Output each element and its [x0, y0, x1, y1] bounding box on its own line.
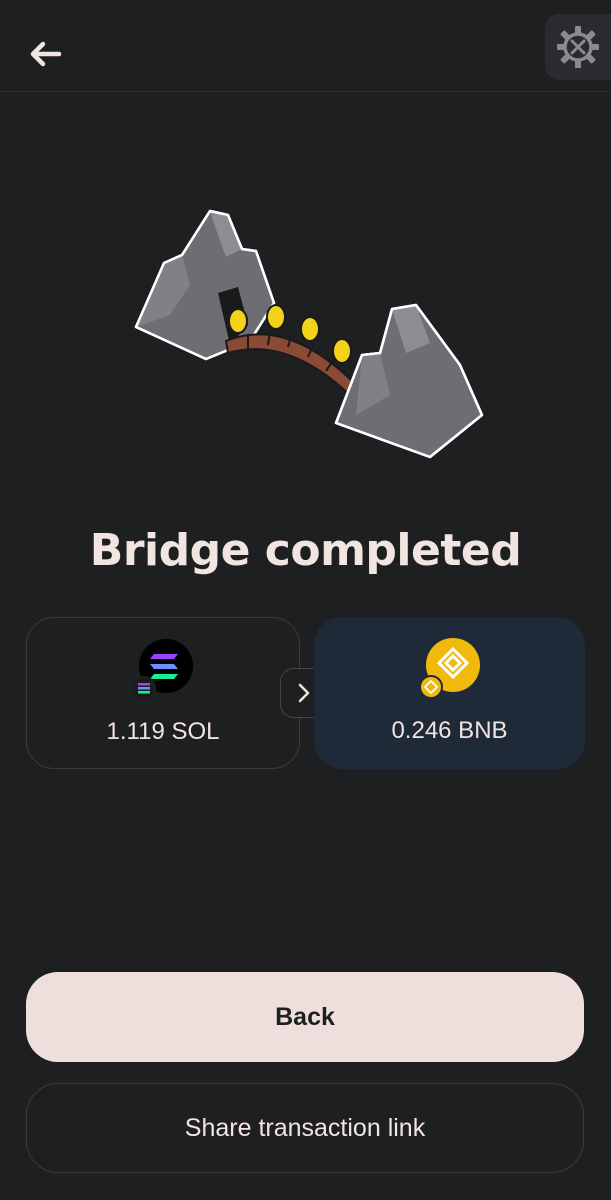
to-amount: 0.246 BNB [391, 717, 508, 744]
top-bar [0, 0, 611, 92]
bridge-illustration [130, 205, 490, 465]
settings-button[interactable] [545, 14, 611, 80]
page-title: Bridge completed [89, 525, 522, 576]
to-token-card: 0.246 BNB [314, 617, 585, 769]
from-token-card: 1.119 SOL [26, 617, 300, 769]
solana-icon [132, 638, 194, 700]
share-transaction-link-button[interactable]: Share transaction link [26, 1083, 584, 1173]
bnb-icon [418, 637, 481, 699]
from-amount: 1.119 SOL [106, 718, 220, 745]
back-arrow-icon[interactable] [22, 34, 70, 74]
back-button[interactable]: Back [26, 972, 584, 1062]
gear-tools-icon [557, 26, 599, 68]
